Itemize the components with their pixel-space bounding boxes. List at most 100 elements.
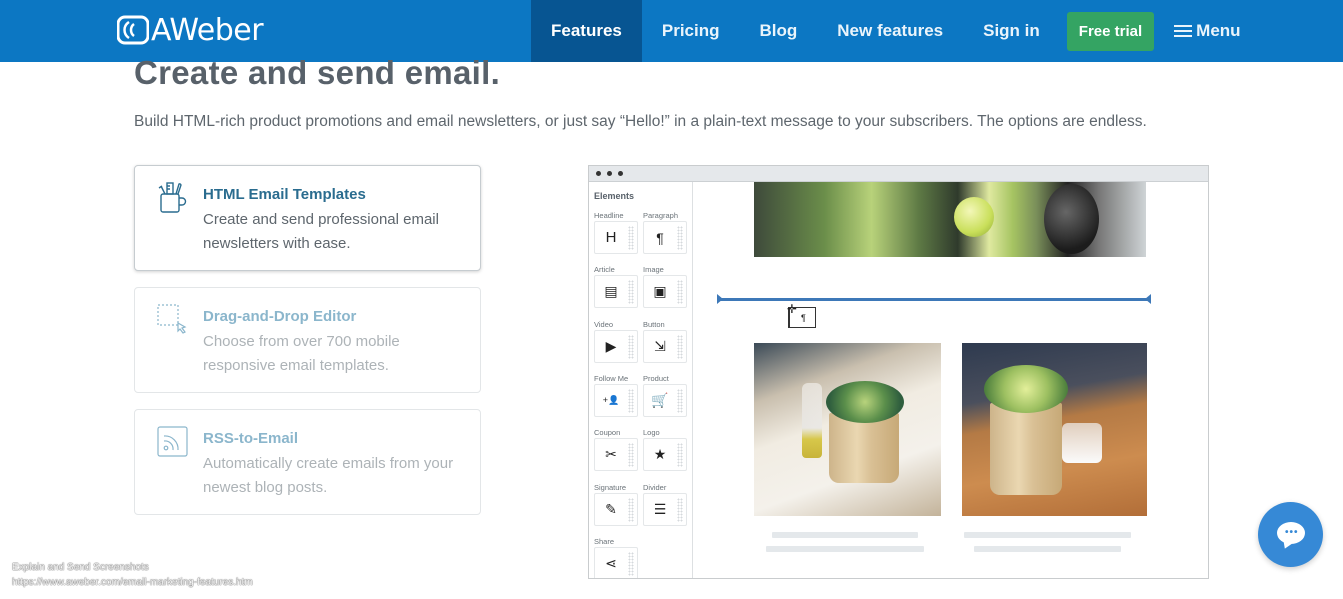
element-label: Headline bbox=[594, 211, 624, 220]
product-icon: 🛒 bbox=[651, 391, 669, 408]
feature-card-rss-to-email[interactable]: RSS-to-Email Automatically create emails… bbox=[134, 409, 481, 515]
element-drag-box[interactable]: 🛒 bbox=[643, 383, 687, 417]
drag-grip-icon[interactable] bbox=[677, 226, 683, 250]
element-drag-box[interactable]: ▶ bbox=[594, 329, 638, 363]
element-tile-share[interactable]: Share ⋖ bbox=[594, 536, 638, 578]
video-icon: ▶ bbox=[605, 337, 617, 354]
element-drag-box[interactable]: ▣ bbox=[643, 275, 687, 309]
feature-card-html-templates[interactable]: HTML Email Templates Create and send pro… bbox=[134, 165, 481, 271]
element-tile-article[interactable]: Article ▤ bbox=[594, 264, 638, 309]
element-tile-logo[interactable]: Logo ★ bbox=[643, 427, 687, 472]
element-tile-product[interactable]: Product 🛒 bbox=[643, 373, 687, 417]
logo-text: AWeber bbox=[151, 12, 264, 48]
drop-indicator bbox=[717, 294, 1151, 304]
element-drag-box[interactable]: ★ bbox=[643, 438, 687, 472]
dark-fruit-shape bbox=[1044, 184, 1099, 254]
element-label: Product bbox=[643, 373, 669, 383]
feature-title: HTML Email Templates bbox=[203, 186, 366, 203]
element-drag-box[interactable]: ✎ bbox=[594, 492, 638, 526]
banner-image bbox=[754, 182, 1146, 257]
window-dot bbox=[607, 171, 612, 176]
element-drag-box[interactable]: ▤ bbox=[594, 275, 638, 309]
chat-button[interactable]: ••• bbox=[1258, 502, 1323, 567]
feature-title: RSS-to-Email bbox=[203, 430, 299, 447]
chat-bubble-icon: ••• bbox=[1277, 522, 1305, 544]
drag-grip-icon[interactable] bbox=[677, 388, 683, 413]
button-icon: ⇲ bbox=[654, 337, 666, 354]
element-label: Logo bbox=[643, 428, 660, 438]
element-tile-video[interactable]: Video ▶ bbox=[594, 319, 638, 363]
overlay-title: Explain and Send Screenshots bbox=[12, 562, 149, 573]
placeholder-text-line bbox=[974, 546, 1121, 552]
drag-grip-icon[interactable] bbox=[677, 497, 683, 522]
drag-grip-icon[interactable] bbox=[628, 443, 634, 468]
feature-description: Create and send professional email newsl… bbox=[203, 211, 439, 252]
element-tile-headline[interactable]: Headline H bbox=[594, 210, 638, 254]
drag-grip-icon[interactable] bbox=[677, 443, 683, 468]
nav-features[interactable]: Features bbox=[531, 0, 642, 62]
element-label: Follow Me bbox=[594, 373, 629, 383]
signature-icon: ✎ bbox=[605, 500, 617, 517]
article-icon: ▤ bbox=[604, 283, 618, 300]
menu-label: Menu bbox=[1196, 21, 1241, 40]
nav-sign-in[interactable]: Sign in bbox=[963, 0, 1060, 62]
element-tile-signature[interactable]: Signature ✎ bbox=[594, 482, 638, 526]
element-tile-button[interactable]: Button ⇲ bbox=[643, 319, 687, 363]
drag-grip-icon[interactable] bbox=[628, 334, 634, 359]
paragraph-icon: ¶ bbox=[656, 229, 664, 246]
element-drag-box[interactable]: ⋖ bbox=[594, 546, 638, 578]
page-title: Create and send email. bbox=[134, 54, 501, 91]
element-label: Divider bbox=[643, 482, 667, 492]
feature-title: Drag-and-Drop Editor bbox=[203, 308, 357, 325]
rss-icon bbox=[157, 426, 188, 457]
element-label: Coupon bbox=[594, 428, 621, 438]
element-tile-coupon[interactable]: Coupon ✂ bbox=[594, 427, 638, 472]
element-tile-follow-me[interactable]: Follow Me +👤 bbox=[594, 373, 638, 417]
element-tile-paragraph[interactable]: Paragraph ¶ bbox=[643, 210, 687, 254]
email-editor-preview: Elements Headline H Paragraph ¶ Article ▤ Imag… bbox=[588, 165, 1209, 579]
free-trial-button[interactable]: Free trial bbox=[1066, 11, 1155, 51]
lime-shape bbox=[954, 197, 994, 237]
oil-bottle-shape bbox=[802, 383, 822, 458]
element-drag-box[interactable]: +👤 bbox=[594, 383, 638, 417]
nav-blog[interactable]: Blog bbox=[740, 0, 818, 62]
aweber-logo-icon bbox=[117, 15, 149, 45]
aweber-logo[interactable]: AWeber bbox=[117, 12, 264, 48]
element-drag-box[interactable]: ☰ bbox=[643, 492, 687, 526]
move-cursor-icon: ✛ bbox=[787, 302, 798, 316]
drag-grip-icon[interactable] bbox=[677, 334, 683, 359]
element-drag-box[interactable]: ✂ bbox=[594, 438, 638, 472]
elements-sidebar: Elements Headline H Paragraph ¶ Article ▤ Imag… bbox=[589, 182, 693, 578]
element-label: Signature bbox=[594, 482, 627, 492]
page-subtitle: Build HTML-rich product promotions and e… bbox=[134, 113, 1147, 130]
nav-pricing[interactable]: Pricing bbox=[642, 0, 740, 62]
succulent-image-left bbox=[754, 343, 941, 516]
element-tile-divider[interactable]: Divider ☰ bbox=[643, 482, 687, 526]
dragged-paragraph-block[interactable]: ✛ ¶ bbox=[787, 302, 816, 328]
menu-button[interactable]: Menu bbox=[1166, 0, 1252, 62]
drag-grip-icon[interactable] bbox=[628, 551, 634, 576]
paragraph-icon: ¶ bbox=[801, 313, 806, 323]
drag-grip-icon[interactable] bbox=[677, 280, 683, 305]
main-nav: Features Pricing Blog New features Sign … bbox=[531, 0, 1253, 62]
drag-grip-icon[interactable] bbox=[628, 226, 634, 250]
element-drag-box[interactable]: H bbox=[594, 221, 638, 254]
nav-new-features[interactable]: New features bbox=[817, 0, 963, 62]
screenshot-overlay: Explain and Send Screenshots https://www… bbox=[12, 560, 253, 590]
element-drag-box[interactable]: ⇲ bbox=[643, 329, 687, 363]
chat-dots: ••• bbox=[1285, 527, 1299, 538]
drag-grip-icon[interactable] bbox=[628, 388, 634, 413]
element-drag-box[interactable]: ¶ bbox=[643, 221, 687, 254]
overlay-url: https://www.aweber.com/email-marketing-f… bbox=[12, 577, 253, 588]
share-icon: ⋖ bbox=[605, 554, 617, 571]
plant-shape bbox=[984, 365, 1068, 413]
drag-grip-icon[interactable] bbox=[628, 280, 634, 305]
image-icon: ▣ bbox=[653, 283, 667, 300]
element-tile-image[interactable]: Image ▣ bbox=[643, 264, 687, 309]
window-titlebar bbox=[589, 166, 1208, 182]
drag-grip-icon[interactable] bbox=[628, 497, 634, 522]
feature-card-drag-drop[interactable]: Drag-and-Drop Editor Choose from over 70… bbox=[134, 287, 481, 393]
element-label: Article bbox=[594, 265, 615, 275]
logo-icon: ★ bbox=[653, 446, 667, 463]
pencil-cup-icon bbox=[158, 182, 187, 213]
